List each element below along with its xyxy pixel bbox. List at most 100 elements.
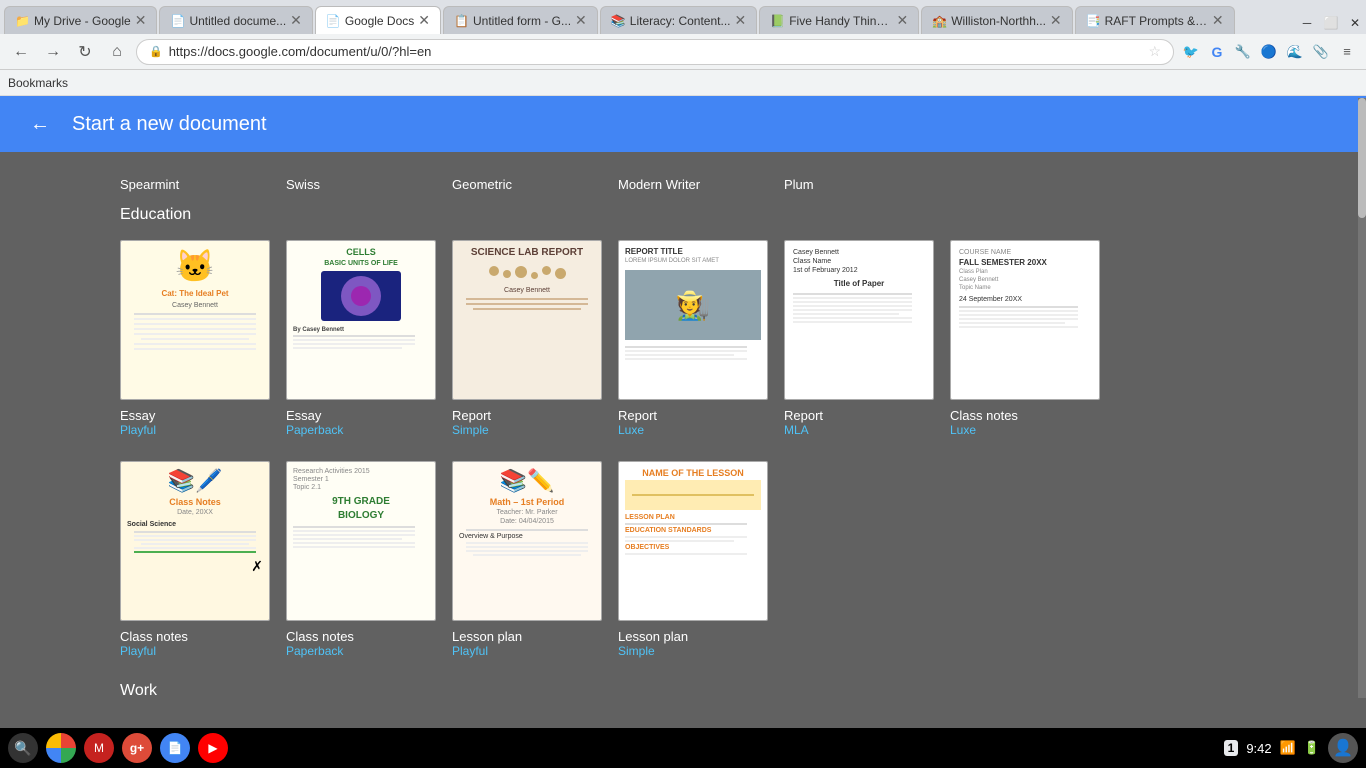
maximize-button[interactable]: ⬜ — [1320, 12, 1342, 34]
tab-close-tab-untitled-form[interactable]: ✕ — [575, 12, 587, 29]
home-button[interactable]: ⌂ — [104, 39, 130, 65]
avatar-taskbar[interactable]: 👤 — [1328, 733, 1358, 763]
menu-icon[interactable]: ≡ — [1336, 41, 1358, 63]
tab-close-tab-drive[interactable]: ✕ — [135, 12, 147, 29]
yt-icon-glyph: ▶ — [208, 741, 217, 755]
tab-close-tab-docs-untitled[interactable]: ✕ — [290, 12, 302, 29]
youtube-taskbar-icon[interactable]: ▶ — [198, 733, 228, 763]
tab-favicon-tab-untitled-form: 📋 — [454, 14, 468, 28]
extension-icon-2[interactable]: 🔵 — [1258, 41, 1280, 63]
extension-icon-3[interactable]: 🌊 — [1284, 41, 1306, 63]
taskbar-left: 🔍 M g+ 📄 ▶ — [8, 733, 228, 763]
star-icon[interactable]: ☆ — [1148, 43, 1161, 60]
template-thumb-class-notes-paperback[interactable]: Research Activities 2015 Semester 1 Topi… — [286, 461, 436, 621]
extension-icon-4[interactable]: 📎 — [1310, 41, 1332, 63]
tab-favicon-tab-williston: 🏫 — [932, 14, 946, 28]
template-thumb-lesson-plan-simple[interactable]: NAME OF THE LESSON LESSON PLAN EDUCATION… — [618, 461, 768, 621]
tab-label-tab-williston: Williston-Northh... — [951, 14, 1046, 28]
template-essay-paperback[interactable]: CELLS BASIC UNITS OF LIFE By Casey Benne… — [286, 240, 436, 437]
education-row-2: 📚🖊️ Class Notes Date, 20XX Social Scienc… — [120, 461, 1246, 658]
tab-label-tab-five-handy: Five Handy Thing... — [789, 14, 892, 28]
essay-playful-main-label: Essay — [120, 408, 270, 423]
tab-williston[interactable]: 🏫 Williston-Northh... ✕ — [921, 6, 1072, 34]
back-button[interactable]: ← — [8, 39, 34, 65]
template-lesson-plan-playful[interactable]: 📚✏️ Math – 1st Period Teacher: Mr. Parke… — [452, 461, 602, 658]
tab-drive[interactable]: 📁 My Drive - Google ✕ — [4, 6, 157, 34]
browser-chrome: 📁 My Drive - Google ✕ 📄 Untitled docume.… — [0, 0, 1366, 96]
work-section: Work — [120, 682, 1246, 700]
tab-label-tab-literacy: Literacy: Content... — [630, 14, 731, 28]
tab-five-handy[interactable]: 📗 Five Handy Thing... ✕ — [759, 6, 919, 34]
report-luxe-sub-label: Luxe — [618, 423, 768, 437]
tab-google-docs[interactable]: 📄 Google Docs ✕ — [315, 6, 441, 34]
docs-icon-glyph: 📄 — [168, 741, 183, 755]
template-essay-playful[interactable]: 🐱 Cat: The Ideal Pet Casey Bennett Essay — [120, 240, 270, 437]
essay-playful-sub-label: Playful — [120, 423, 270, 437]
tab-favicon-tab-literacy: 📚 — [611, 14, 625, 28]
address-bar[interactable]: 🔒 https://docs.google.com/document/u/0/?… — [136, 39, 1174, 65]
search-taskbar-icon[interactable]: 🔍 — [8, 733, 38, 763]
template-thumb-lesson-plan-playful[interactable]: 📚✏️ Math – 1st Period Teacher: Mr. Parke… — [452, 461, 602, 621]
report-mla-sub-label: MLA — [784, 423, 934, 437]
close-button[interactable]: ✕ — [1344, 12, 1366, 34]
tab-docs-untitled[interactable]: 📄 Untitled docume... ✕ — [159, 6, 312, 34]
docs-taskbar-icon[interactable]: 📄 — [160, 733, 190, 763]
spearmint-label: Spearmint — [120, 176, 270, 194]
gplus-icon-glyph: g+ — [130, 741, 144, 755]
tab-label-tab-google-docs: Google Docs — [345, 14, 414, 28]
tab-literacy[interactable]: 📚 Literacy: Content... ✕ — [600, 6, 757, 34]
template-thumb-report-luxe[interactable]: REPORT TITLE LOREM IPSUM DOLOR SIT AMET … — [618, 240, 768, 400]
tab-favicon-tab-docs-untitled: 📄 — [170, 14, 184, 28]
tab-close-tab-five-handy[interactable]: ✕ — [896, 12, 908, 29]
twitter-icon[interactable]: 🐦 — [1180, 41, 1202, 63]
template-report-mla[interactable]: Casey Bennett Class Name 1st of February… — [784, 240, 934, 437]
tab-close-tab-google-docs[interactable]: ✕ — [418, 12, 430, 29]
report-simple-sub-label: Simple — [452, 423, 602, 437]
google-icon[interactable]: G — [1206, 41, 1228, 63]
taskbar-right: 1 9:42 📶 🔋 👤 — [1224, 733, 1358, 763]
browser-controls: ← → ↻ ⌂ 🔒 https://docs.google.com/docume… — [0, 34, 1366, 70]
class-notes-playful-main-label: Class notes — [120, 629, 270, 644]
forward-button[interactable]: → — [40, 39, 66, 65]
template-lesson-plan-simple[interactable]: NAME OF THE LESSON LESSON PLAN EDUCATION… — [618, 461, 768, 658]
extension-icon-1[interactable]: 🔧 — [1232, 41, 1254, 63]
template-class-notes-luxe[interactable]: COURSE NAME FALL SEMESTER 20XX Class Pla… — [950, 240, 1100, 437]
gmail-taskbar-icon[interactable]: M — [84, 733, 114, 763]
chrome-taskbar-icon[interactable] — [46, 733, 76, 763]
education-row-1: 🐱 Cat: The Ideal Pet Casey Bennett Essay — [120, 240, 1246, 437]
education-section: Education — [120, 206, 1246, 224]
bookmarks-label: Bookmarks — [8, 76, 68, 90]
essay-paperback-sub-label: Paperback — [286, 423, 436, 437]
tab-close-tab-williston[interactable]: ✕ — [1050, 12, 1062, 29]
tab-label-tab-drive: My Drive - Google — [34, 14, 131, 28]
template-thumb-class-notes-luxe[interactable]: COURSE NAME FALL SEMESTER 20XX Class Pla… — [950, 240, 1100, 400]
class-notes-paperback-main-label: Class notes — [286, 629, 436, 644]
template-report-luxe[interactable]: REPORT TITLE LOREM IPSUM DOLOR SIT AMET … — [618, 240, 768, 437]
class-notes-luxe-main-label: Class notes — [950, 408, 1100, 423]
template-thumb-report-simple[interactable]: SCIENCE LAB REPORT Casey Bennett — [452, 240, 602, 400]
tab-raft[interactable]: 📑 RAFT Prompts & ... ✕ — [1075, 6, 1235, 34]
minimize-button[interactable]: ─ — [1296, 12, 1318, 34]
template-thumb-class-notes-playful[interactable]: 📚🖊️ Class Notes Date, 20XX Social Scienc… — [120, 461, 270, 621]
template-class-notes-paperback[interactable]: Research Activities 2015 Semester 1 Topi… — [286, 461, 436, 658]
tab-close-tab-literacy[interactable]: ✕ — [734, 12, 746, 29]
google-plus-taskbar-icon[interactable]: g+ — [122, 733, 152, 763]
tab-close-tab-raft[interactable]: ✕ — [1212, 12, 1224, 29]
scrollbar-track[interactable] — [1358, 98, 1366, 698]
class-notes-playful-sub-label: Playful — [120, 644, 270, 658]
template-thumb-essay-paperback[interactable]: CELLS BASIC UNITS OF LIFE By Casey Benne… — [286, 240, 436, 400]
back-arrow-button[interactable]: ← — [24, 108, 56, 140]
gmail-icon-glyph: M — [94, 741, 104, 755]
swiss-label: Swiss — [286, 176, 436, 194]
scrollbar-thumb[interactable] — [1358, 98, 1366, 218]
reload-button[interactable]: ↻ — [72, 39, 98, 65]
tab-untitled-form[interactable]: 📋 Untitled form - G... ✕ — [443, 6, 598, 34]
template-thumb-report-mla[interactable]: Casey Bennett Class Name 1st of February… — [784, 240, 934, 400]
template-class-notes-playful[interactable]: 📚🖊️ Class Notes Date, 20XX Social Scienc… — [120, 461, 270, 658]
window-controls[interactable]: ─ ⬜ ✕ — [1296, 12, 1366, 34]
template-thumb-essay-playful[interactable]: 🐱 Cat: The Ideal Pet Casey Bennett — [120, 240, 270, 400]
template-report-simple[interactable]: SCIENCE LAB REPORT Casey Bennett — [452, 240, 602, 437]
tab-label-tab-untitled-form: Untitled form - G... — [473, 14, 571, 28]
tab-label-tab-raft: RAFT Prompts & ... — [1105, 14, 1208, 28]
page-content: ← Start a new document Spearmint Swiss G… — [0, 96, 1366, 740]
